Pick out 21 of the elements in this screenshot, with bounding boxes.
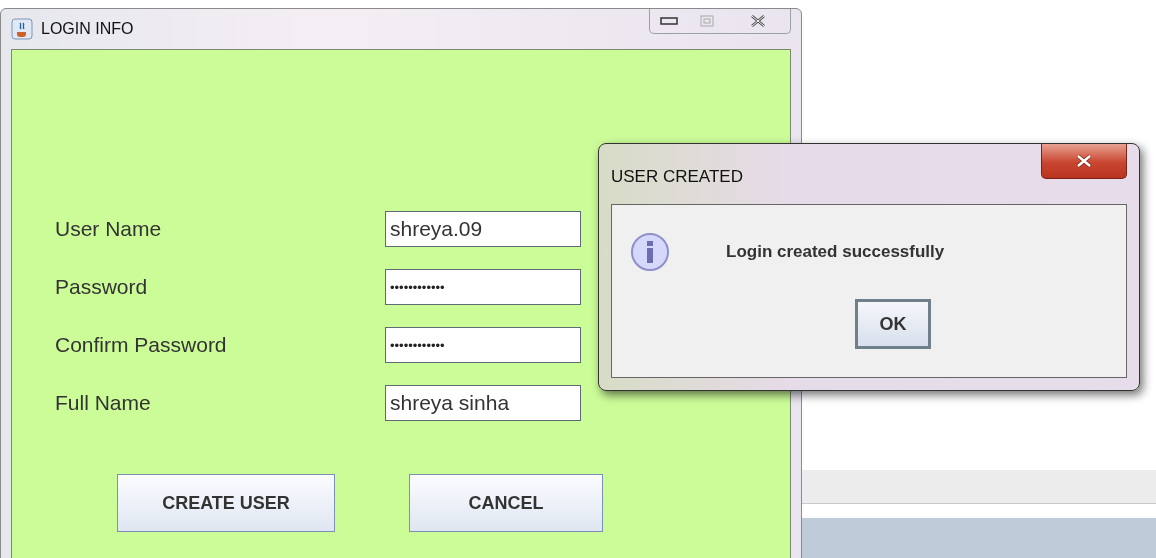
dialog-title: USER CREATED — [611, 166, 743, 188]
java-cup-icon — [11, 18, 33, 40]
message-text: Login created successfully — [726, 241, 945, 264]
minimize-icon — [660, 17, 678, 25]
input-field[interactable]: shreya sinha — [385, 385, 581, 421]
password-field[interactable]: •••••••••••• — [385, 269, 581, 305]
input-field[interactable]: shreya.09 — [385, 211, 581, 247]
maximize-icon — [700, 15, 714, 27]
field-label: Password — [55, 274, 149, 301]
close-button[interactable] — [1041, 144, 1127, 179]
cancel-button[interactable]: CANCEL — [409, 474, 603, 532]
ok-button[interactable]: OK — [855, 299, 931, 349]
create-user-button[interactable]: CREATE USER — [117, 474, 335, 532]
field-label: Full Name — [55, 390, 152, 417]
field-label: User Name — [55, 216, 163, 243]
field-label: Confirm Password — [55, 332, 228, 359]
info-icon — [630, 231, 670, 273]
close-icon — [1074, 154, 1094, 168]
password-field[interactable]: •••••••••••• — [385, 327, 581, 363]
window-title: LOGIN INFO — [41, 19, 134, 39]
close-icon — [750, 14, 766, 28]
